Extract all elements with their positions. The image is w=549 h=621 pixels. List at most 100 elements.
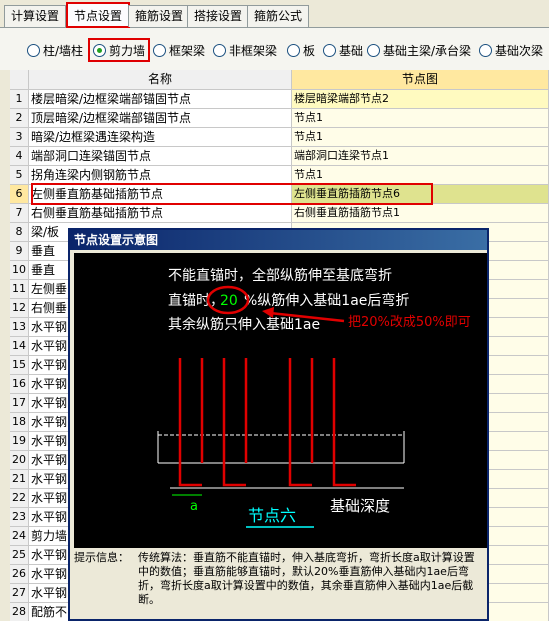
row-name-cell[interactable]: 左侧垂直筋基础插筋节点 xyxy=(29,185,292,204)
row-number: 15 xyxy=(10,356,29,375)
row-number: 21 xyxy=(10,470,29,489)
row-node-cell[interactable]: 节点1 xyxy=(292,109,549,128)
row-number: 12 xyxy=(10,299,29,318)
diagram-percent-value[interactable]: 20 xyxy=(220,293,238,309)
radio-foundation-secondary-beam[interactable]: 基础次梁 xyxy=(479,41,543,59)
diagram-line2-prefix: 直锚时， xyxy=(168,292,224,309)
radio-frame-beam[interactable]: 框架梁 xyxy=(153,41,205,59)
radio-column[interactable]: 柱/墙柱 xyxy=(27,41,83,59)
row-number: 19 xyxy=(10,432,29,451)
radio-dot xyxy=(93,43,106,57)
table-row[interactable]: 1 楼层暗梁/边框梁端部锚固节点 楼层暗梁端部节点2 xyxy=(10,90,549,109)
row-number: 4 xyxy=(10,147,29,166)
radio-label: 基础次梁 xyxy=(495,43,544,58)
table-row[interactable]: 5 拐角连梁内侧钢筋节点 节点1 xyxy=(10,166,549,185)
tab-calc-settings[interactable]: 计算设置 xyxy=(4,5,67,27)
radio-label: 剪力墙 xyxy=(109,43,146,58)
rebar-5 xyxy=(288,358,312,487)
row-number: 20 xyxy=(10,451,29,470)
row-name-cell[interactable]: 拐角连梁内侧钢筋节点 xyxy=(29,166,292,185)
row-number: 27 xyxy=(10,584,29,603)
radio-label: 非框架梁 xyxy=(229,43,278,58)
row-number: 16 xyxy=(10,375,29,394)
tab-bar: 计算设置 节点设置 箍筋设置 搭接设置 箍筋公式 xyxy=(0,0,549,28)
row-number: 13 xyxy=(10,318,29,337)
radio-dot xyxy=(27,43,40,57)
row-number: 25 xyxy=(10,546,29,565)
grid-header: 名称 节点图 xyxy=(10,70,549,90)
header-rownum xyxy=(10,70,29,90)
row-number: 1 xyxy=(10,90,29,109)
annotation-text: 把20%改成50%即可 xyxy=(348,315,471,330)
radio-dot xyxy=(287,43,300,57)
header-node: 节点图 xyxy=(292,70,549,90)
row-number: 23 xyxy=(10,508,29,527)
node-name-label: 节点六 xyxy=(248,506,296,525)
row-number: 9 xyxy=(10,242,29,261)
rebar-3 xyxy=(222,358,246,487)
dimension-a-label: a xyxy=(190,499,198,514)
row-node-cell[interactable]: 节点1 xyxy=(292,166,549,185)
row-node-cell[interactable]: 左侧垂直筋插筋节点6 xyxy=(292,185,549,204)
radio-dot xyxy=(479,43,492,57)
node-diagram-svg: 不能直锚时，全部纵筋伸至基底弯折 直锚时， 20 %纵筋伸入基础1ae后弯折 其… xyxy=(157,267,471,528)
diagram-line2-suffix: %纵筋伸入基础1ae后弯折 xyxy=(244,292,409,309)
tab-stirrup-formula[interactable]: 箍筋公式 xyxy=(247,5,310,27)
node-diagram-dialog: 节点设置示意图 不能直锚时，全部纵筋伸至基底弯折 直锚时， 20 %纵筋伸入基础… xyxy=(68,228,489,621)
radio-label: 基础 xyxy=(339,43,364,58)
row-name-cell[interactable]: 端部洞口连梁锚固节点 xyxy=(29,147,292,166)
row-name-cell[interactable]: 右侧垂直筋基础插筋节点 xyxy=(29,204,292,223)
row-node-cell[interactable]: 节点1 xyxy=(292,128,549,147)
header-name: 名称 xyxy=(29,70,292,90)
row-node-cell[interactable]: 楼层暗梁端部节点2 xyxy=(292,90,549,109)
node-diagram-canvas: 不能直锚时，全部纵筋伸至基底弯折 直锚时， 20 %纵筋伸入基础1ae后弯折 其… xyxy=(74,253,487,563)
table-row[interactable]: 7 右侧垂直筋基础插筋节点 右侧垂直筋插筋节点1 xyxy=(10,204,549,223)
table-row[interactable]: 2 顶层暗梁/边框梁端部锚固节点 节点1 xyxy=(10,109,549,128)
row-number: 10 xyxy=(10,261,29,280)
row-node-cell[interactable]: 端部洞口连梁节点1 xyxy=(292,147,549,166)
row-number: 7 xyxy=(10,204,29,223)
radio-slab[interactable]: 板 xyxy=(287,41,315,59)
radio-dot xyxy=(213,43,226,57)
table-row[interactable]: 3 暗梁/边框梁遇连梁构造 节点1 xyxy=(10,128,549,147)
component-type-radio-group: 柱/墙柱 剪力墙 框架梁 非框架梁 板 基础 基础主梁/承台梁 基础次梁 xyxy=(0,28,549,70)
foundation-depth-label: 基础深度 xyxy=(330,497,390,515)
row-number: 14 xyxy=(10,337,29,356)
row-number: 28 xyxy=(10,603,29,621)
row-number: 6 xyxy=(10,185,29,204)
tab-lap-settings[interactable]: 搭接设置 xyxy=(187,5,250,27)
row-number: 8 xyxy=(10,223,29,242)
dialog-title: 节点设置示意图 xyxy=(70,230,487,250)
rebar-7 xyxy=(332,358,356,487)
radio-label: 柱/墙柱 xyxy=(43,43,84,58)
table-row[interactable]: 4 端部洞口连梁锚固节点 端部洞口连梁节点1 xyxy=(10,147,549,166)
row-number: 3 xyxy=(10,128,29,147)
row-number: 26 xyxy=(10,565,29,584)
tab-stirrup-settings[interactable]: 箍筋设置 xyxy=(128,5,191,27)
hint-text: 传统算法：垂直筋不能直锚时，伸入基底弯折，弯折长度a取计算设置中的数值；垂直筋能… xyxy=(138,551,475,606)
row-name-cell[interactable]: 顶层暗梁/边框梁端部锚固节点 xyxy=(29,109,292,128)
row-number: 5 xyxy=(10,166,29,185)
row-number: 24 xyxy=(10,527,29,546)
radio-shear-wall[interactable]: 剪力墙 xyxy=(88,38,151,62)
radio-label: 板 xyxy=(303,43,316,58)
row-number: 17 xyxy=(10,394,29,413)
row-node-cell[interactable]: 右侧垂直筋插筋节点1 xyxy=(292,204,549,223)
radio-label: 基础主梁/承台梁 xyxy=(383,43,472,58)
rebar-1 xyxy=(178,358,202,487)
row-name-cell[interactable]: 楼层暗梁/边框梁端部锚固节点 xyxy=(29,90,292,109)
radio-dot xyxy=(323,43,336,57)
radio-foundation[interactable]: 基础 xyxy=(323,41,363,59)
row-number: 2 xyxy=(10,109,29,128)
row-name-cell[interactable]: 暗梁/边框梁遇连梁构造 xyxy=(29,128,292,147)
row-number: 11 xyxy=(10,280,29,299)
radio-label: 框架梁 xyxy=(169,43,206,58)
radio-foundation-main-beam[interactable]: 基础主梁/承台梁 xyxy=(367,41,471,59)
diagram-line3: 其余纵筋只伸入基础1ae xyxy=(168,316,320,333)
radio-non-frame-beam[interactable]: 非框架梁 xyxy=(213,41,277,59)
table-row[interactable]: 6 左侧垂直筋基础插筋节点 左侧垂直筋插筋节点6 xyxy=(10,185,549,204)
diagram-line1: 不能直锚时，全部纵筋伸至基底弯折 xyxy=(168,267,392,284)
hint-panel: 提示信息： 传统算法：垂直筋不能直锚时，伸入基底弯折，弯折长度a取计算设置中的数… xyxy=(74,548,487,610)
tab-node-settings[interactable]: 节点设置 xyxy=(66,2,131,28)
radio-dot xyxy=(153,43,166,57)
